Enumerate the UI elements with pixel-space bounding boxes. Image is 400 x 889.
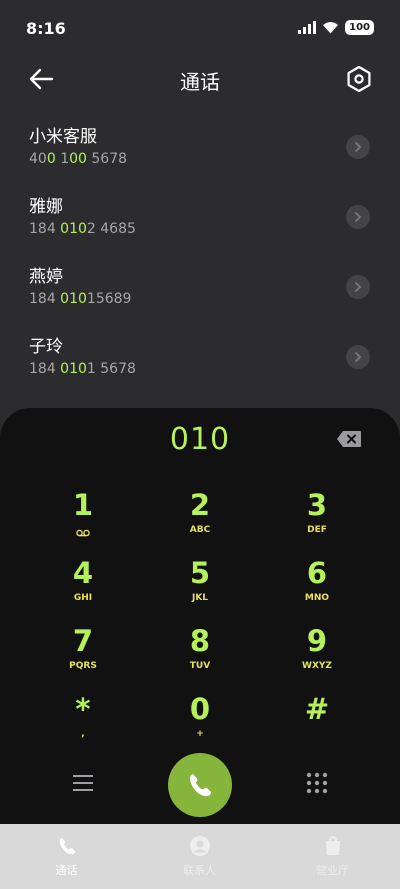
list-item[interactable]: 雅娜 184 0102 4685 (0, 182, 400, 252)
contact-name: 子玲 (29, 337, 63, 357)
nav-tab-store[interactable]: 营业厅 (266, 824, 399, 889)
nav-tab-label: 通话 (55, 864, 78, 877)
contact-detail-button[interactable] (346, 135, 370, 159)
dialpad-key-2[interactable]: 2 ABC (145, 488, 255, 550)
dialpad-key-5[interactable]: 5 JKL (145, 556, 255, 618)
contact-number: 184 01015689 (29, 291, 132, 307)
dialpad-toggle-icon[interactable] (305, 771, 329, 795)
dialpad-key-hash[interactable]: # (262, 692, 372, 754)
contact-name: 燕婷 (29, 267, 63, 287)
settings-icon[interactable] (344, 64, 374, 94)
status-bar: 8:16 100 (0, 0, 400, 56)
dialpad-key-6[interactable]: 6 MNO (262, 556, 372, 618)
store-icon (326, 835, 340, 855)
dialpad-key-9[interactable]: 9 WXYZ (262, 624, 372, 686)
contact-number: 184 0102 4685 (29, 221, 136, 237)
dialpad-key-7[interactable]: 7 PQRS (28, 624, 138, 686)
page-title: 通话 (180, 70, 220, 94)
list-item[interactable]: 燕婷 184 01015689 (0, 252, 400, 322)
status-time: 8:16 (26, 19, 66, 38)
nav-tab-contacts[interactable]: 联系人 (133, 824, 266, 889)
nav-tab-label: 营业厅 (316, 864, 349, 877)
voicemail-icon (76, 529, 90, 537)
dialpad-key-3[interactable]: 3 DEF (262, 488, 372, 550)
dialpad-key-star[interactable]: * , (28, 692, 138, 754)
contact-name: 雅娜 (29, 197, 63, 217)
nav-tab-calls[interactable]: 通话 (0, 824, 133, 889)
chevron-right-icon (355, 212, 362, 222)
contact-number: 400 100 5678 (29, 151, 128, 167)
chevron-right-icon (355, 352, 362, 362)
menu-icon[interactable] (71, 772, 95, 794)
status-icons: 100 (298, 20, 374, 35)
contact-detail-button[interactable] (346, 345, 370, 369)
contact-number: 184 0101 5678 (29, 361, 136, 377)
header: 通话 (0, 56, 400, 102)
chevron-right-icon (355, 142, 362, 152)
list-item[interactable]: 子玲 184 0101 5678 (0, 322, 400, 392)
bottom-nav: 通话 联系人 营业厅 (0, 824, 400, 889)
dialpad-key-1[interactable]: 1 (28, 488, 138, 550)
contact-detail-button[interactable] (346, 205, 370, 229)
backspace-icon[interactable] (336, 430, 362, 448)
contact-name: 小米客服 (29, 127, 97, 147)
battery-indicator: 100 (345, 20, 374, 35)
list-item[interactable]: 小米客服 400 100 5678 (0, 112, 400, 182)
phone-icon (59, 837, 76, 855)
phone-icon (190, 774, 211, 797)
search-results-list: 小米客服 400 100 5678 雅娜 184 0102 4685 燕婷 18… (0, 112, 400, 392)
nav-tab-label: 联系人 (183, 864, 216, 877)
contact-detail-button[interactable] (346, 275, 370, 299)
dialpad-key-4[interactable]: 4 GHI (28, 556, 138, 618)
signal-icon (298, 21, 317, 34)
dialpad-panel: 010 1 2 ABC 3 DEF 4 GHI 5 JKL 6 MNO 7 PQ… (0, 408, 400, 828)
chevron-right-icon (355, 282, 362, 292)
contacts-icon (190, 836, 210, 856)
dialpad-key-8[interactable]: 8 TUV (145, 624, 255, 686)
call-button[interactable] (168, 753, 232, 817)
dialpad-key-0[interactable]: 0 + (145, 692, 255, 754)
wifi-icon (323, 22, 339, 34)
